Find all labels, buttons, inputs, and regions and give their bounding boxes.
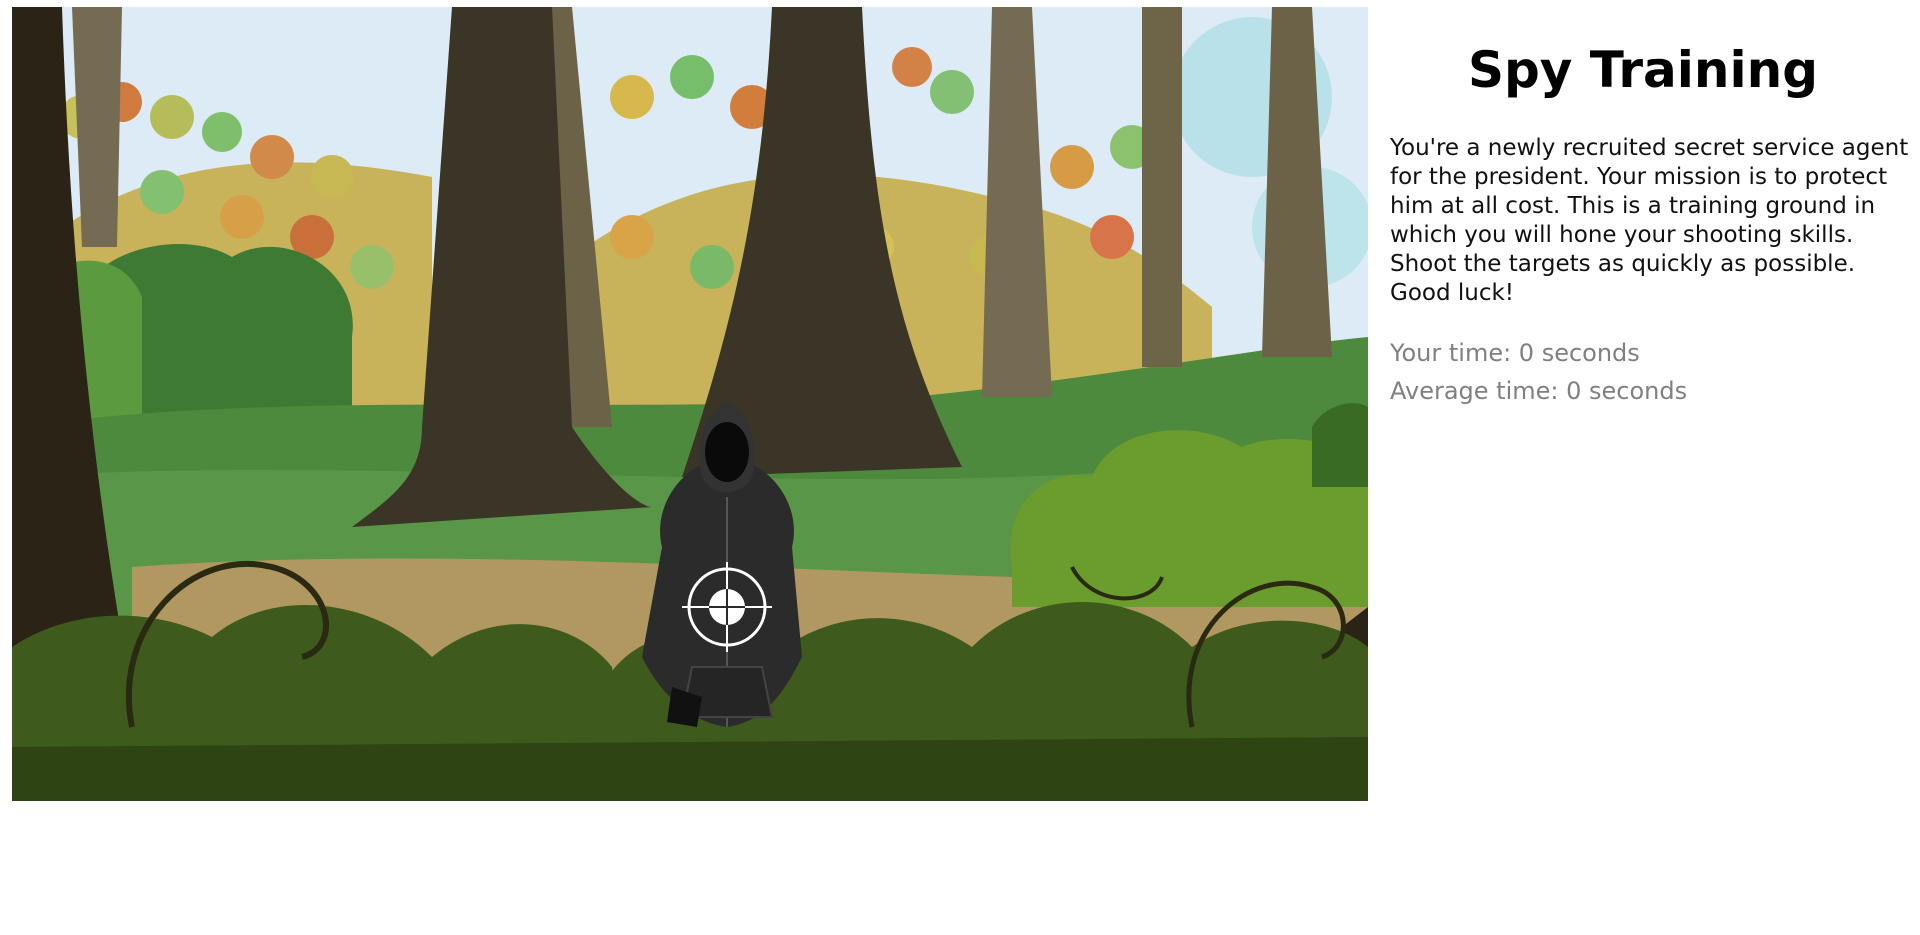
- hood-face: [705, 422, 749, 482]
- page-title: Spy Training: [1467, 41, 1819, 99]
- tree-trunk: [1142, 7, 1182, 367]
- game-area[interactable]: [12, 7, 1368, 801]
- mission-description: You're a newly recruited secret service …: [1390, 135, 1909, 306]
- your-time-stat: Your time: 0 seconds: [1390, 339, 1640, 367]
- foreground-shadow: [12, 737, 1368, 801]
- average-time-stat: Average time: 0 seconds: [1390, 377, 1688, 405]
- side-panel: Spy Training You're a newly recruited se…: [1378, 0, 1918, 410]
- forest-scene[interactable]: [12, 7, 1368, 801]
